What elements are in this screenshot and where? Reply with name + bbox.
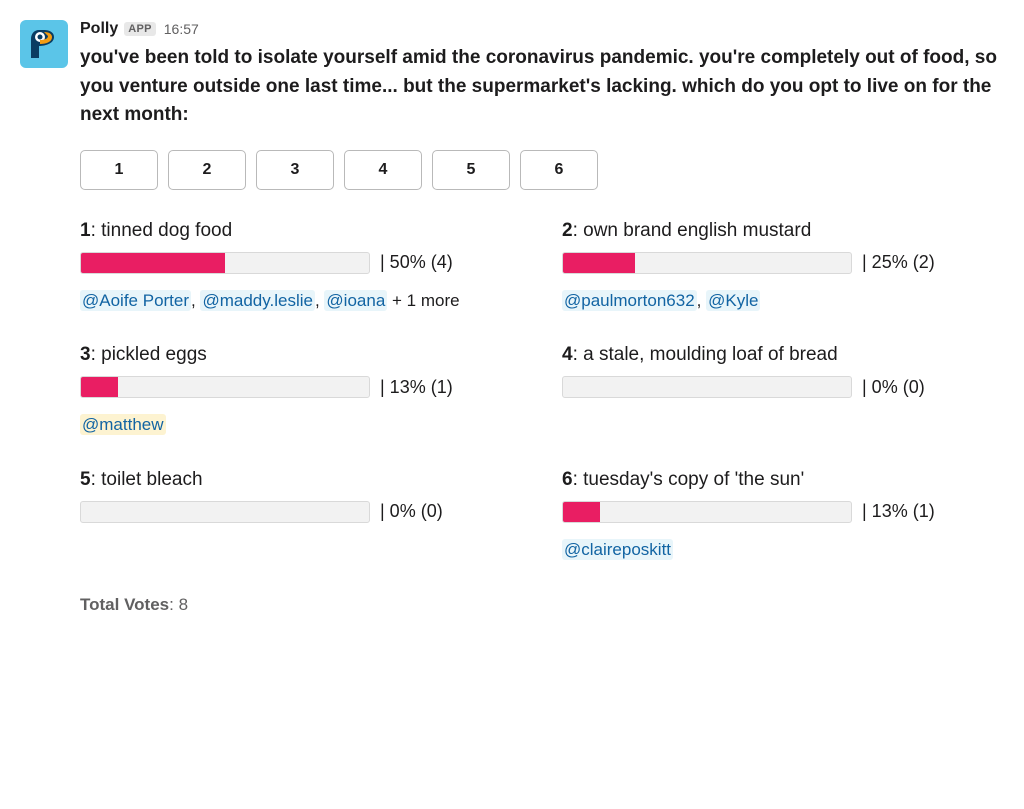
progress-bar-track [80,252,370,274]
vote-button-5[interactable]: 5 [432,150,510,190]
result-voters: @Aoife Porter, @maddy.leslie, @ioana + 1… [80,286,522,317]
result-bar-row: | 13% (1) [562,501,1004,523]
result-item-1: 1: tinned dog food | 50% (4) @Aoife Porter… [80,220,522,317]
message-container: Polly APP 16:57 you've been told to isol… [20,20,1004,615]
parrot-icon [24,24,64,64]
total-votes: Total Votes: 8 [80,595,1004,615]
total-votes-value: 8 [179,595,188,614]
poll-question: you've been told to isolate yourself ami… [80,44,1004,130]
progress-bar-fill [563,253,635,273]
result-stats: | 50% (4) [380,252,453,273]
results-grid: 1: tinned dog food | 50% (4) @Aoife Porter… [80,220,1004,566]
user-mention[interactable]: @matthew [80,414,166,435]
result-item-3: 3: pickled eggs | 13% (1) @matthew [80,344,522,441]
timestamp: 16:57 [164,21,199,37]
result-item-6: 6: tuesday's copy of 'the sun' | 13% (1) @… [562,469,1004,566]
result-bar-row: | 0% (0) [80,501,522,523]
result-item-5: 5: toilet bleach | 0% (0) [80,469,522,566]
vote-button-1[interactable]: 1 [80,150,158,190]
result-stats: | 0% (0) [862,377,925,398]
progress-bar-track [562,501,852,523]
result-voters: @claireposkitt [562,535,1004,566]
result-title: 2: own brand english mustard [562,220,1004,242]
user-mention[interactable]: @ioana [324,290,387,311]
progress-bar-fill [81,377,118,397]
app-name: Polly [80,20,118,38]
progress-bar-track [80,376,370,398]
progress-bar-fill [81,253,225,273]
user-mention[interactable]: @paulmorton632 [562,290,697,311]
result-stats: | 13% (1) [862,501,935,522]
vote-button-2[interactable]: 2 [168,150,246,190]
app-avatar [20,20,68,68]
result-title: 3: pickled eggs [80,344,522,366]
result-title: 4: a stale, moulding loaf of bread [562,344,1004,366]
result-stats: | 0% (0) [380,501,443,522]
result-bar-row: | 50% (4) [80,252,522,274]
total-votes-label: Total Votes [80,595,169,614]
vote-buttons-row: 123456 [80,150,1004,190]
progress-bar-track [562,252,852,274]
result-title: 5: toilet bleach [80,469,522,491]
vote-button-3[interactable]: 3 [256,150,334,190]
user-mention[interactable]: @Aoife Porter [80,290,191,311]
user-mention[interactable]: @Kyle [706,290,760,311]
user-mention[interactable]: @maddy.leslie [200,290,314,311]
user-mention[interactable]: @claireposkitt [562,539,673,560]
result-item-2: 2: own brand english mustard | 25% (2) @pa… [562,220,1004,317]
progress-bar-track [562,376,852,398]
result-bar-row: | 13% (1) [80,376,522,398]
vote-button-4[interactable]: 4 [344,150,422,190]
message-header: Polly APP 16:57 [80,20,1004,38]
app-badge: APP [124,22,156,36]
result-title: 1: tinned dog food [80,220,522,242]
result-bar-row: | 0% (0) [562,376,1004,398]
result-title: 6: tuesday's copy of 'the sun' [562,469,1004,491]
result-voters: @paulmorton632, @Kyle [562,286,1004,317]
vote-button-6[interactable]: 6 [520,150,598,190]
result-stats: | 13% (1) [380,377,453,398]
progress-bar-fill [563,502,600,522]
message-content: Polly APP 16:57 you've been told to isol… [80,20,1004,615]
progress-bar-track [80,501,370,523]
result-item-4: 4: a stale, moulding loaf of bread | 0% (… [562,344,1004,441]
result-stats: | 25% (2) [862,252,935,273]
more-voters-text: + 1 more [387,291,459,310]
result-voters: @matthew [80,410,522,441]
result-bar-row: | 25% (2) [562,252,1004,274]
